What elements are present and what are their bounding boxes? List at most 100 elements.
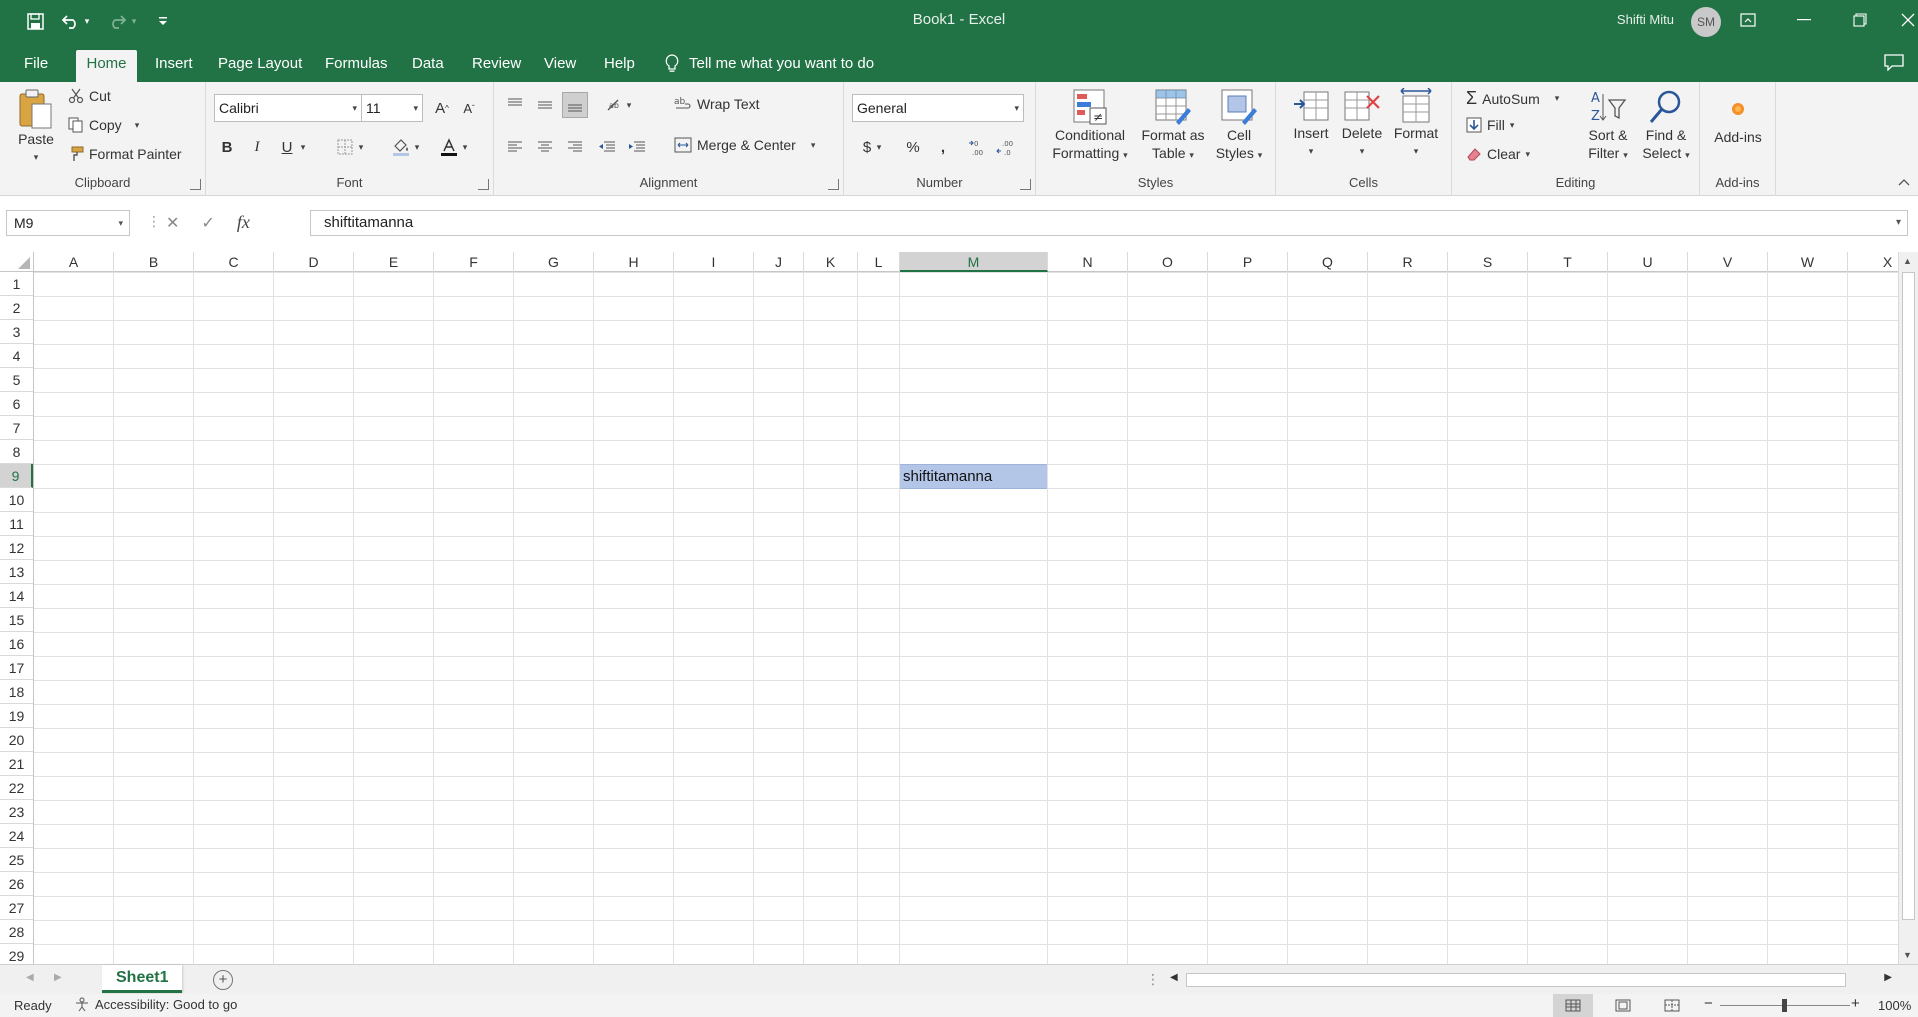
font-color-dropdown-icon[interactable]: ▾ [458,134,472,160]
font-launcher-icon[interactable] [478,179,489,190]
tab-page-layout[interactable]: Page Layout [209,50,311,82]
format-as-table-button[interactable]: Format as Table ▾ [1136,88,1210,164]
tab-file[interactable]: File [15,50,57,82]
add-sheet-icon[interactable]: + [213,970,233,990]
add-ins-button[interactable]: Add-ins [1706,90,1770,146]
insert-cells-button[interactable]: Insert ▾ [1288,88,1334,160]
column-header[interactable]: F [434,252,514,272]
row-header[interactable]: 5 [0,368,33,392]
close-icon[interactable] [1880,0,1918,40]
column-header[interactable]: D [274,252,354,272]
tab-home[interactable]: Home [76,50,137,82]
row-header[interactable]: 17 [0,656,33,680]
orientation-dropdown-icon[interactable]: ▾ [622,92,636,118]
comma-button[interactable]: , [930,134,956,160]
vertical-scroll-thumb[interactable] [1902,272,1915,920]
row-header[interactable]: 7 [0,416,33,440]
tab-split-handle-icon[interactable]: ⋮ [1146,971,1160,988]
ribbon-display-options-icon[interactable] [1720,0,1776,40]
autosum-button[interactable]: Σ AutoSum ▾ [1466,88,1559,109]
zoom-out-button[interactable]: − [1704,995,1713,1012]
next-sheet-icon[interactable]: ▶ [54,972,62,983]
align-left-button[interactable] [502,134,528,160]
decrease-decimal-button[interactable]: .00.0 [994,134,1020,160]
sheet-tab-sheet1[interactable]: Sheet1 [102,965,183,993]
row-header[interactable]: 14 [0,584,33,608]
row-header[interactable]: 18 [0,680,33,704]
normal-view-icon[interactable] [1553,994,1593,1017]
insert-function-icon[interactable]: fx [237,212,250,233]
top-align-button[interactable] [502,92,528,118]
conditional-formatting-button[interactable]: ≠ Conditional Formatting ▾ [1048,88,1132,164]
increase-decimal-button[interactable]: 0.00 [966,134,992,160]
row-header[interactable]: 6 [0,392,33,416]
page-layout-view-icon[interactable] [1603,994,1643,1017]
column-header[interactable]: N [1048,252,1128,272]
zoom-level[interactable]: 100% [1878,998,1911,1013]
zoom-slider-knob[interactable] [1782,999,1787,1012]
align-right-button[interactable] [562,134,588,160]
column-header[interactable]: M [900,252,1048,272]
zoom-in-button[interactable]: + [1851,995,1860,1012]
row-header[interactable]: 12 [0,536,33,560]
row-header[interactable]: 3 [0,320,33,344]
horizontal-scrollbar[interactable]: ◀ ▶ [1168,970,1894,990]
active-cell[interactable]: shiftitamanna [899,464,1048,489]
format-cells-button[interactable]: Format ▾ [1390,88,1442,160]
underline-dropdown-icon[interactable]: ▾ [296,134,310,160]
row-header[interactable]: 19 [0,704,33,728]
column-header[interactable]: L [858,252,900,272]
delete-cells-button[interactable]: Delete ▾ [1338,88,1386,160]
column-header[interactable]: C [194,252,274,272]
select-all-button[interactable] [0,252,34,272]
row-header[interactable]: 27 [0,896,33,920]
row-header[interactable]: 8 [0,440,33,464]
column-header[interactable]: P [1208,252,1288,272]
row-header[interactable]: 10 [0,488,33,512]
row-header[interactable]: 28 [0,920,33,944]
column-header[interactable]: J [754,252,804,272]
clipboard-launcher-icon[interactable] [190,179,201,190]
autosum-dropdown-icon[interactable]: ▾ [1555,93,1560,104]
confirm-entry-icon[interactable]: ✓ [201,213,214,233]
comments-icon[interactable] [1884,54,1904,74]
row-header[interactable]: 22 [0,776,33,800]
copy-dropdown-icon[interactable]: ▾ [135,120,140,131]
tab-data[interactable]: Data [403,50,453,82]
number-format-select[interactable]: General ▾ [852,94,1024,122]
avatar[interactable]: SM [1691,7,1721,37]
shrink-font-button[interactable]: Aˇ [456,95,482,121]
tab-review[interactable]: Review [463,50,530,82]
percent-button[interactable]: % [900,134,926,160]
increase-indent-button[interactable] [624,134,650,160]
font-size-select[interactable]: 11 ▾ [361,94,423,122]
row-header[interactable]: 23 [0,800,33,824]
format-painter-button[interactable]: Format Painter [68,146,182,162]
number-launcher-icon[interactable] [1020,179,1031,190]
column-header[interactable]: Q [1288,252,1368,272]
tab-help[interactable]: Help [595,50,644,82]
formula-input[interactable]: shiftitamanna ▾ [310,210,1908,236]
decrease-indent-button[interactable] [594,134,620,160]
fill-color-dropdown-icon[interactable]: ▾ [410,134,424,160]
column-header[interactable]: R [1368,252,1448,272]
column-header[interactable]: H [594,252,674,272]
column-header[interactable]: K [804,252,858,272]
minimize-icon[interactable] [1776,0,1832,40]
column-header[interactable]: E [354,252,434,272]
row-header[interactable]: 26 [0,872,33,896]
horizontal-scroll-thumb[interactable] [1186,973,1846,987]
row-header[interactable]: 29 [0,944,33,964]
row-header[interactable]: 24 [0,824,33,848]
alignment-launcher-icon[interactable] [828,179,839,190]
previous-sheet-icon[interactable]: ◀ [26,972,34,983]
column-header[interactable]: I [674,252,754,272]
tell-me-search[interactable]: Tell me what you want to do [665,50,874,78]
font-name-select[interactable]: Calibri ▾ [214,94,362,122]
sort-filter-button[interactable]: AZ Sort & Filter ▾ [1580,88,1636,164]
copy-button[interactable]: Copy ▾ [68,117,139,133]
row-header[interactable]: 20 [0,728,33,752]
clear-button[interactable]: Clear ▾ [1466,146,1530,162]
column-header[interactable]: B [114,252,194,272]
row-header[interactable]: 16 [0,632,33,656]
